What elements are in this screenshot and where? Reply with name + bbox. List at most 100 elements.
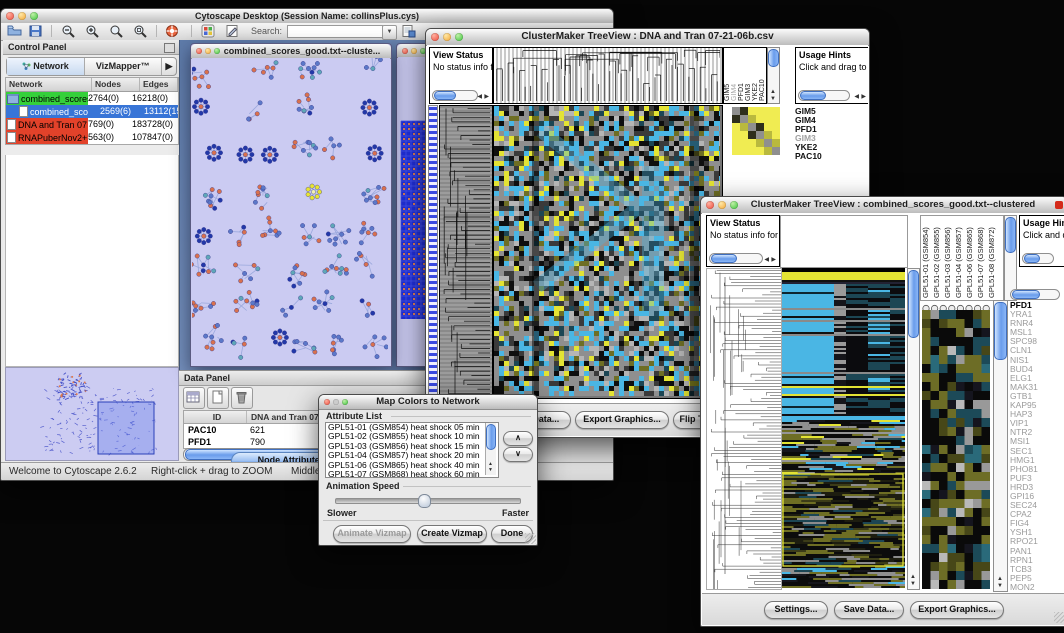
zoom-button[interactable] [342, 399, 348, 405]
window-controls[interactable] [6, 12, 38, 20]
col-edges[interactable]: Edges [140, 78, 178, 91]
minimize-button[interactable] [411, 48, 417, 54]
zoom-out-icon[interactable] [61, 24, 76, 38]
network-table-row[interactable]: combined_sco2569(6)13112(15) [6, 105, 178, 118]
tv1-column-dendrogram[interactable] [493, 47, 723, 104]
delete-attribute-icon[interactable] [231, 387, 253, 409]
move-down-button[interactable]: ∨ [503, 447, 533, 462]
network-name-cell[interactable]: RNAPuberNov2+ [6, 131, 88, 144]
scroll-down-icon[interactable]: ▼ [910, 581, 916, 587]
search-dropdown-button[interactable]: ▼ [382, 25, 397, 40]
network-canvas[interactable] [192, 58, 390, 365]
minimize-button[interactable] [443, 33, 451, 41]
scrollbar-thumb[interactable] [800, 91, 826, 100]
network-table-row[interactable]: RNAPuberNov2+563(0)107847(0) [6, 131, 178, 144]
help-lifesaver-icon[interactable] [165, 24, 180, 38]
animate-vizmap-button[interactable]: Animate Vizmap [333, 525, 411, 543]
export-graphics-button[interactable]: Export Graphics... [910, 601, 1004, 619]
search-input[interactable] [287, 25, 383, 38]
scrollbar-thumb[interactable] [908, 270, 919, 338]
tv2-column-dendrogram-area[interactable] [780, 215, 908, 268]
col-nodes[interactable]: Nodes [92, 78, 140, 91]
scroll-down-icon[interactable]: ▼ [488, 467, 493, 473]
minimize-button[interactable] [205, 48, 211, 54]
create-vizmap-button[interactable]: Create Vizmap [417, 525, 487, 543]
zoom-in-icon[interactable] [85, 24, 100, 38]
col-id[interactable]: ID [184, 411, 247, 423]
main-title-bar[interactable]: Cytoscape Desktop (Session Name: collins… [1, 9, 613, 24]
tv2-column-flip-markers[interactable] [922, 300, 992, 309]
map-colors-dialog[interactable]: Map Colors to Network Attribute List GPL… [318, 394, 538, 546]
scrollbar-thumb[interactable] [1024, 254, 1040, 263]
zoom-fit-icon[interactable] [109, 24, 124, 38]
close-button[interactable] [706, 201, 714, 209]
scroll-down-icon[interactable]: ▼ [770, 96, 776, 102]
close-button[interactable] [431, 33, 439, 41]
close-button[interactable] [6, 12, 14, 20]
attribute-select-icon[interactable] [183, 387, 205, 409]
zoom-button[interactable] [30, 12, 38, 20]
attribute-list-scrollbar[interactable]: ▲ ▼ [485, 423, 496, 475]
vizmapper-icon[interactable] [201, 24, 216, 38]
scroll-up-icon[interactable]: ▲ [997, 576, 1003, 582]
attribute-list-item[interactable]: GPL51-07 (GSM868) heat shock 60 min [326, 470, 498, 478]
scroll-right-icon[interactable]: ▶ [771, 257, 776, 263]
network-name-cell[interactable]: combined_scores_ [6, 92, 88, 105]
minimize-button[interactable] [333, 399, 339, 405]
scroll-up-icon[interactable]: ▲ [910, 574, 916, 580]
col-network[interactable]: Network [6, 78, 92, 91]
treeview2-titlebar[interactable]: ClusterMaker TreeView : combined_scores_… [701, 197, 1064, 214]
treeview1-titlebar[interactable]: ClusterMaker TreeView : DNA and Tran 07-… [426, 29, 869, 46]
network-window-1-titlebar[interactable]: combined_scores_good.txt--cluste... [191, 44, 391, 59]
tv1-column-scrollbar[interactable]: ▲ ▼ [767, 47, 780, 104]
scrollbar-thumb[interactable] [1012, 290, 1040, 299]
scroll-up-icon[interactable]: ▲ [770, 89, 776, 95]
tv2-row-dendrogram[interactable] [706, 268, 782, 590]
tv1-row-dendrogram[interactable] [439, 105, 493, 399]
tv1-zoom-heatmap[interactable] [732, 107, 780, 155]
tv1-status-hscrollbar[interactable] [432, 90, 478, 101]
resize-grip[interactable] [525, 533, 536, 544]
network-table-row[interactable]: DNA and Tran 07769(0)183728(0) [6, 118, 178, 131]
annotation-icon[interactable] [225, 24, 240, 38]
minimize-button[interactable] [718, 201, 726, 209]
scrollbar-thumb[interactable] [434, 91, 456, 100]
new-attribute-icon[interactable] [207, 387, 229, 409]
close-button[interactable] [196, 48, 202, 54]
zoom-button[interactable] [455, 33, 463, 41]
tv2-global-vscrollbar[interactable]: ▲ ▼ [907, 268, 920, 590]
tv2-zoom-heatmap[interactable] [922, 310, 990, 589]
tv1-global-heatmap[interactable] [493, 105, 723, 399]
tv2-global-heatmap[interactable] [782, 268, 905, 588]
network-overview-panel[interactable] [5, 367, 179, 461]
scroll-right-icon[interactable]: ▶ [861, 94, 866, 100]
move-up-button[interactable]: ∧ [503, 431, 533, 446]
import-table-icon[interactable] [401, 24, 416, 38]
scrollbar-thumb[interactable] [1005, 217, 1016, 253]
open-folder-icon[interactable] [7, 24, 22, 38]
save-icon[interactable] [28, 24, 43, 38]
network-table-row[interactable]: combined_scores_2764(0)16218(0) [6, 92, 178, 105]
resize-grip[interactable] [1054, 612, 1064, 623]
scrollbar-thumb[interactable] [711, 254, 737, 263]
dialog-titlebar[interactable]: Map Colors to Network [319, 395, 537, 410]
tv1-hints-hscrollbar[interactable] [798, 90, 850, 101]
close-button[interactable] [402, 48, 408, 54]
settings-button[interactable]: Settings... [764, 601, 828, 619]
scrollbar-thumb[interactable] [768, 49, 779, 67]
scroll-left-icon[interactable]: ◀ [764, 257, 769, 263]
treeview-window-combined[interactable]: ClusterMaker TreeView : combined_scores_… [700, 196, 1064, 627]
network-name-cell[interactable]: combined_sco [6, 105, 100, 118]
scroll-left-icon[interactable]: ◀ [477, 94, 482, 100]
tv2-gene-vscrollbar[interactable]: ▲ ▼ [993, 300, 1008, 592]
scroll-down-icon[interactable]: ▼ [997, 583, 1003, 589]
float-panel-icon[interactable] [164, 43, 175, 53]
scrollbar-thumb[interactable] [486, 424, 496, 450]
network-window-1[interactable]: combined_scores_good.txt--cluste... [190, 43, 392, 367]
network-name-cell[interactable]: DNA and Tran 07 [6, 118, 88, 131]
tv1-left-scroll-strip[interactable] [428, 105, 438, 399]
tv2-hints-hscrollbar[interactable] [1022, 253, 1054, 264]
zoom-selected-icon[interactable] [133, 24, 148, 38]
scroll-left-icon[interactable]: ◀ [854, 94, 859, 100]
minimize-button[interactable] [18, 12, 26, 20]
